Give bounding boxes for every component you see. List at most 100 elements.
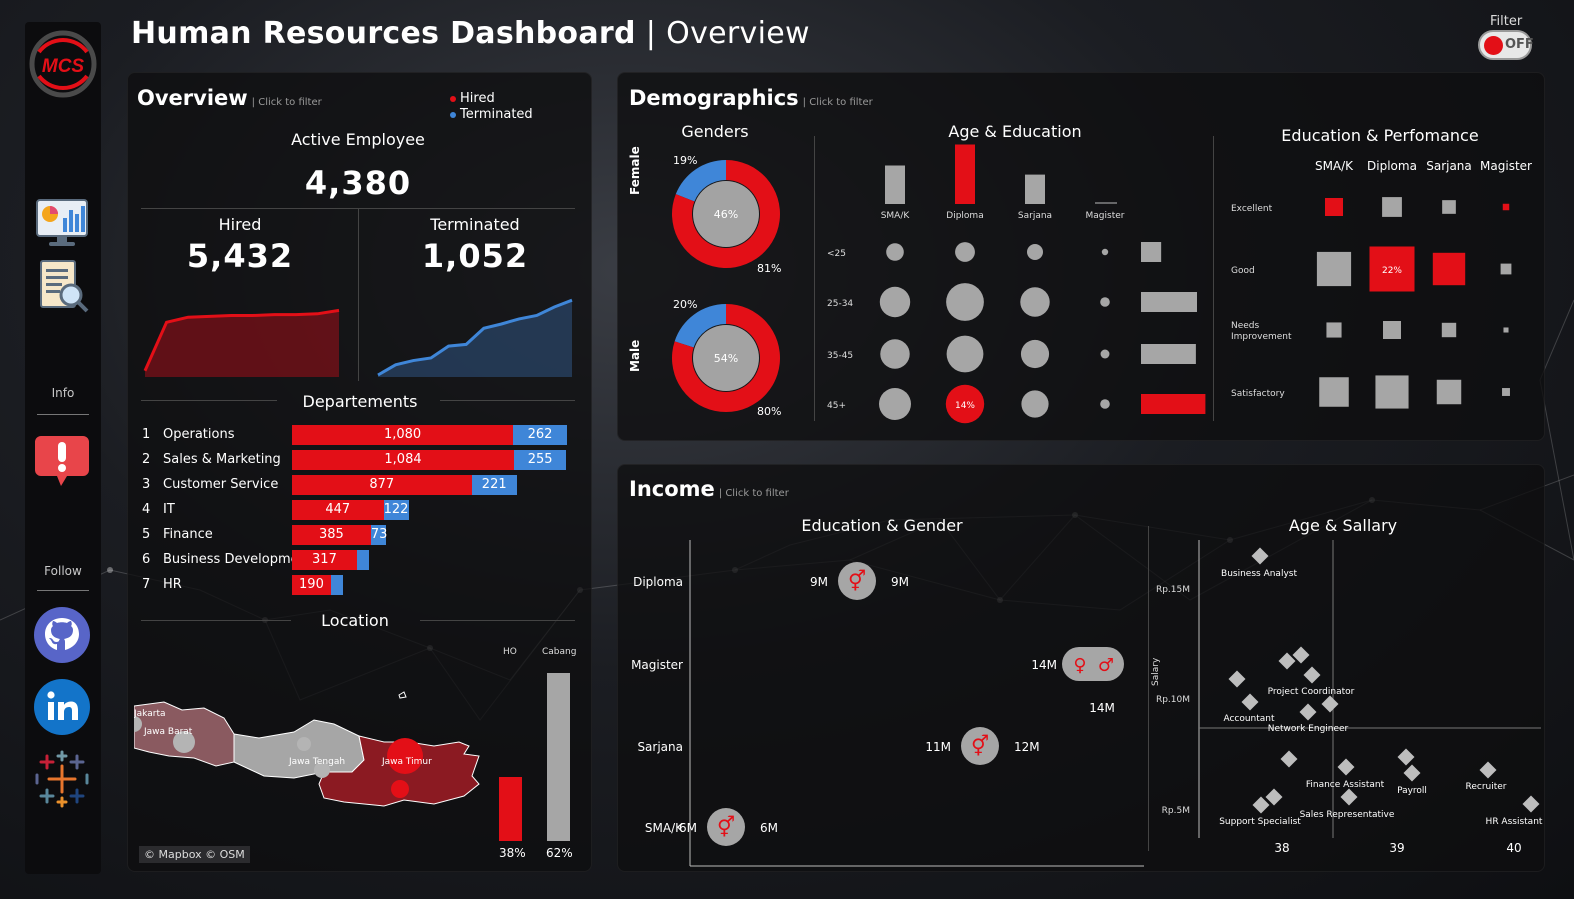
- income-right-value: 9M: [891, 575, 909, 589]
- kpi-vertical-divider: [358, 209, 359, 381]
- income-title[interactable]: Income | Click to filter: [629, 477, 789, 501]
- income-left-value: 6M: [679, 821, 697, 835]
- role-label: Accountant: [1223, 714, 1275, 724]
- department-row[interactable]: 6 Business Development 317: [142, 550, 582, 570]
- department-rank: 7: [142, 577, 151, 592]
- salary-axis-label: Salary: [1151, 657, 1161, 686]
- department-terminated-bar[interactable]: 122: [383, 500, 409, 520]
- ho-label: HO: [503, 647, 517, 657]
- age-group-label: 45+: [827, 401, 846, 411]
- department-name: HR: [163, 577, 182, 592]
- department-rank: 6: [142, 552, 151, 567]
- departments-title: Departements: [302, 392, 418, 411]
- github-icon[interactable]: [33, 606, 91, 664]
- department-terminated-bar[interactable]: 262: [513, 425, 567, 445]
- map-credit[interactable]: © Mapbox © OSM: [139, 846, 250, 863]
- scatter-point: [1321, 695, 1339, 713]
- age-group-label: 35-45: [827, 351, 853, 361]
- map-label-jakarta: Jakarta: [134, 709, 165, 719]
- edu-level-label: Diploma: [946, 211, 983, 221]
- terminated-value: 1,052: [421, 237, 529, 275]
- male-donut-chart[interactable]: 54%: [670, 302, 782, 414]
- education-gender-title: Education & Gender: [801, 516, 963, 535]
- edu-bar: [1025, 174, 1045, 204]
- perf-square: [1500, 263, 1512, 275]
- perf-square: [1375, 375, 1409, 409]
- perf-edu-label: Magister: [1480, 159, 1532, 173]
- perf-square: [1325, 198, 1343, 216]
- scatter-point: [1251, 547, 1269, 565]
- tableau-icon[interactable]: [33, 750, 91, 808]
- department-hired-bar[interactable]: 1,080: [292, 425, 514, 445]
- department-hired-bar[interactable]: 1,084: [292, 450, 514, 470]
- department-rank: 4: [142, 502, 151, 517]
- department-row[interactable]: 5 Finance 385 73: [142, 525, 582, 545]
- legend-hired[interactable]: Hired: [450, 91, 495, 106]
- age-bar: [1141, 344, 1196, 364]
- mcs-logo: MCS: [29, 30, 97, 98]
- age-edu-bubble: [1027, 244, 1043, 260]
- age-tick: 39: [1389, 841, 1404, 855]
- department-row[interactable]: 4 IT 447 122: [142, 500, 582, 520]
- income-left-value: 11M: [925, 740, 951, 754]
- scatter-point: [1228, 670, 1246, 688]
- departments-rule-left: [141, 400, 277, 401]
- department-terminated-bar[interactable]: 221: [471, 475, 517, 495]
- age-education-chart[interactable]: SMA/K Diploma Sarjana Magister <25 25-34 35-45…: [815, 140, 1213, 430]
- age-edu-bubble: [946, 283, 984, 321]
- income-right-value: 12M: [1014, 740, 1040, 754]
- alert-info-icon[interactable]: [33, 430, 91, 488]
- demographics-title[interactable]: Demographics | Click to filter: [629, 86, 873, 110]
- map-dot-jawa-tengah-1: [297, 737, 311, 751]
- perf-level-label: Improvement: [1231, 332, 1292, 342]
- department-terminated-bar[interactable]: [330, 575, 343, 595]
- toggle-knob: [1484, 36, 1503, 55]
- map-region-jawa-tengah: [233, 719, 365, 779]
- overview-title[interactable]: Overview | Click to filter: [137, 86, 322, 110]
- sidebar: MCS Info Follow: [25, 22, 101, 874]
- female-donut-chart[interactable]: 46%: [670, 158, 782, 270]
- dashboard-monitor-icon[interactable]: [33, 194, 91, 252]
- report-search-icon[interactable]: [33, 257, 91, 315]
- filter-toggle[interactable]: OFF: [1478, 30, 1534, 60]
- cabang-bar[interactable]: [547, 673, 570, 841]
- hired-trend-chart[interactable]: [143, 282, 341, 377]
- gender-icon: ⚥: [848, 569, 866, 593]
- income-edu-label: Diploma: [633, 575, 683, 589]
- terminated-label: Terminated: [430, 215, 520, 234]
- department-terminated-bar[interactable]: 255: [514, 450, 567, 470]
- income-right-value: 14M: [1089, 701, 1115, 715]
- cabang-pct: 62%: [546, 846, 573, 860]
- income-edu-label: Magister: [631, 658, 683, 672]
- department-hired-bar[interactable]: 317: [292, 550, 357, 570]
- salary-tick: Rp.10M: [1156, 695, 1190, 705]
- java-map[interactable]: Jakarta Jawa Barat Jawa Tengah Jawa Timu…: [134, 680, 484, 830]
- age-edu-bubble: [955, 242, 975, 262]
- age-edu-bubble: [1100, 349, 1110, 359]
- department-row[interactable]: 7 HR 190: [142, 575, 582, 595]
- age-salary-chart[interactable]: Salary Rp.15M Rp.10M Rp.5M 38 39 40 Business An…: [1148, 538, 1544, 858]
- terminated-trend-chart[interactable]: [376, 282, 574, 377]
- department-row[interactable]: 1 Operations 1,080 262: [142, 425, 582, 445]
- department-row[interactable]: 3 Customer Service 877 221: [142, 475, 582, 495]
- education-gender-chart[interactable]: Diploma ⚥ 9M 9M Magister ♀ ♂ 14M 14M Sarjana ⚥ 11M 1…: [624, 538, 1146, 868]
- dashboard-subtitle: Overview: [666, 16, 810, 51]
- legend-terminated[interactable]: Terminated: [450, 107, 533, 122]
- linkedin-icon[interactable]: [33, 678, 91, 736]
- department-terminated-bar[interactable]: 73: [370, 525, 387, 545]
- department-hired-bar[interactable]: 877: [292, 475, 472, 495]
- department-row[interactable]: 2 Sales & Marketing 1,084 255: [142, 450, 582, 470]
- department-terminated-bar[interactable]: [356, 550, 370, 570]
- department-hired-bar[interactable]: 385: [292, 525, 371, 545]
- role-label: Sales Representative: [1300, 810, 1395, 820]
- departments-rule-right: [440, 400, 575, 401]
- department-rank: 2: [142, 452, 151, 467]
- education-performance-chart[interactable]: SMA/K Diploma Sarjana Magister Excellent Good…: [1222, 150, 1542, 430]
- department-hired-bar[interactable]: 447: [292, 500, 384, 520]
- active-employee-label: Active Employee: [291, 130, 425, 149]
- perf-square: [1502, 203, 1510, 211]
- department-hired-bar[interactable]: 190: [292, 575, 331, 595]
- ho-bar[interactable]: [499, 777, 522, 841]
- edu-level-label: SMA/K: [881, 211, 911, 221]
- department-name: IT: [163, 502, 175, 517]
